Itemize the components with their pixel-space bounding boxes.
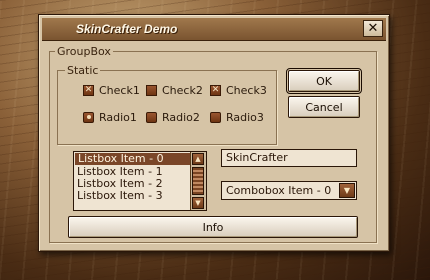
check2-label: Check2 bbox=[162, 83, 203, 97]
info-button[interactable]: Info bbox=[68, 216, 358, 238]
radio2-label: Radio2 bbox=[162, 110, 200, 124]
radio-unselected-icon bbox=[210, 111, 221, 123]
combobox-value: Combobox Item - 0 bbox=[226, 184, 332, 197]
dialog-window: SkinCrafter Demo ✕ GroupBox Static ✕ Che… bbox=[38, 14, 390, 252]
close-button[interactable]: ✕ bbox=[363, 20, 383, 37]
radio-unselected-icon bbox=[146, 111, 157, 123]
groupbox-label: GroupBox bbox=[55, 45, 113, 58]
ok-button[interactable]: OK bbox=[286, 68, 362, 94]
listbox-scrollbar[interactable]: ▲ ▼ bbox=[190, 152, 206, 210]
listbox[interactable]: Listbox Item - 0 Listbox Item - 1 Listbo… bbox=[73, 151, 207, 211]
list-item[interactable]: Listbox Item - 3 bbox=[74, 190, 206, 202]
radio3-radio[interactable]: Radio3 bbox=[210, 109, 264, 125]
check3-label: Check3 bbox=[226, 83, 267, 97]
title-bar[interactable]: SkinCrafter Demo ✕ bbox=[42, 18, 386, 41]
combobox[interactable]: Combobox Item - 0 ▼ bbox=[221, 181, 357, 200]
static-label: Static bbox=[65, 64, 101, 77]
list-item[interactable]: Listbox Item - 0 bbox=[75, 153, 205, 165]
checkbox-checked-icon: ✕ bbox=[210, 84, 221, 96]
window-title: SkinCrafter Demo bbox=[76, 22, 178, 36]
scroll-down-icon[interactable]: ▼ bbox=[192, 197, 204, 209]
check3-checkbox[interactable]: ✕ Check3 bbox=[210, 82, 267, 98]
checkbox-unchecked-icon bbox=[146, 84, 157, 96]
radio3-label: Radio3 bbox=[226, 110, 264, 124]
scroll-thumb[interactable] bbox=[192, 167, 204, 195]
text-input[interactable]: SkinCrafter bbox=[221, 149, 357, 167]
scroll-up-icon[interactable]: ▲ bbox=[192, 153, 204, 165]
close-icon: ✕ bbox=[367, 21, 379, 36]
radio1-label: Radio1 bbox=[99, 110, 137, 124]
radio-selected-icon bbox=[83, 111, 94, 123]
checkbox-checked-icon: ✕ bbox=[83, 84, 94, 96]
check1-checkbox[interactable]: ✕ Check1 bbox=[83, 82, 140, 98]
check2-checkbox[interactable]: Check2 bbox=[146, 82, 203, 98]
radio1-radio[interactable]: Radio1 bbox=[83, 109, 137, 125]
chevron-down-icon[interactable]: ▼ bbox=[339, 183, 355, 198]
cancel-button[interactable]: Cancel bbox=[288, 96, 360, 118]
radio2-radio[interactable]: Radio2 bbox=[146, 109, 200, 125]
check1-label: Check1 bbox=[99, 83, 140, 97]
